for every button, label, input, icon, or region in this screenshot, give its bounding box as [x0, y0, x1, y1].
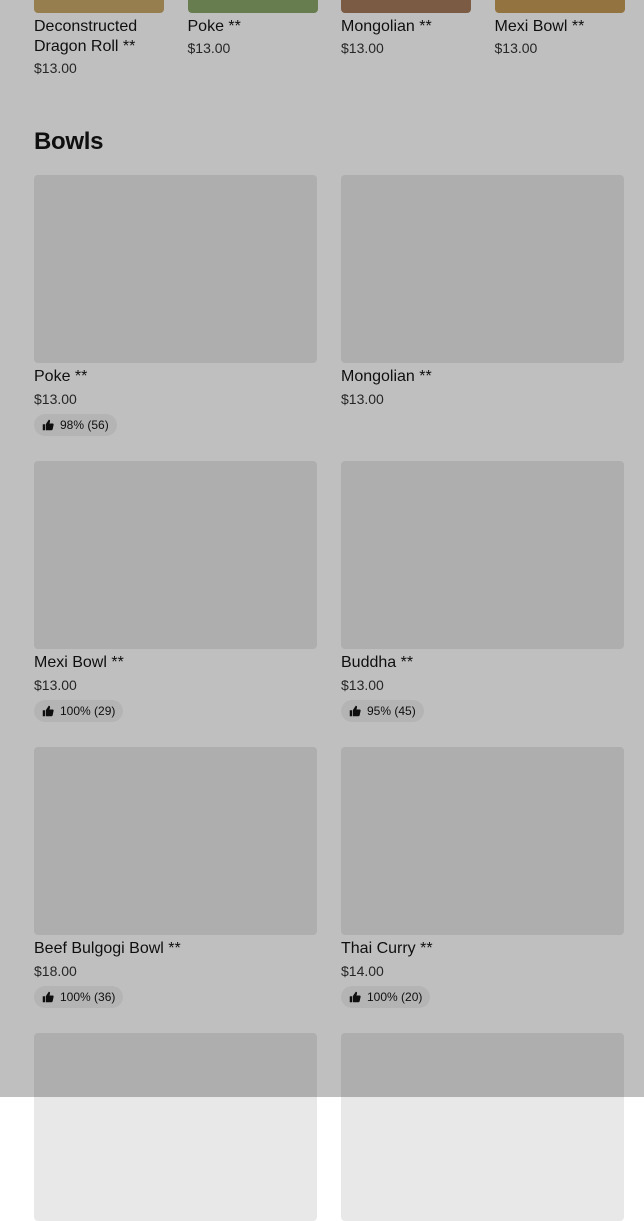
menu-item-price: $14.00: [341, 963, 384, 979]
thumbs-up-icon: [349, 705, 361, 717]
menu-item-card[interactable]: Mongolian ** $13.00: [341, 175, 624, 408]
rating-text: 100% (20): [367, 990, 423, 1004]
carousel-item-image: [341, 0, 471, 13]
carousel-item-image: [494, 0, 625, 13]
menu-item-image: [341, 1033, 624, 1221]
menu-item-image: [341, 747, 624, 935]
carousel-item[interactable]: Poke ** $13.00: [187, 0, 318, 57]
section-title: Bowls: [34, 128, 104, 155]
menu-item-card[interactable]: Mexi Bowl ** $13.00 100% (29): [34, 461, 317, 722]
menu-item-name: Mexi Bowl **: [34, 654, 124, 671]
carousel-item[interactable]: Deconstructed Dragon Roll ** $13.00: [34, 0, 164, 77]
carousel-item[interactable]: Mexi Bowl ** $13.00: [494, 0, 625, 57]
rating-text: 100% (36): [60, 990, 116, 1004]
carousel-item-image: [34, 0, 164, 13]
rating-badge: 98% (56): [34, 414, 117, 436]
menu-item-card[interactable]: Poke ** $13.00 98% (56): [34, 175, 317, 436]
menu-item-image: [34, 747, 317, 935]
carousel-item-price: $13.00: [187, 40, 231, 56]
carousel-item-price: $13.00: [34, 60, 77, 76]
menu-page: Deconstructed Dragon Roll ** $13.00 Poke *…: [0, 0, 644, 1221]
carousel-item-name: Mexi Bowl **: [494, 18, 585, 35]
carousel-item[interactable]: Mongolian ** $13.00: [341, 0, 471, 57]
thumbs-up-icon: [42, 705, 54, 717]
menu-item-price: $13.00: [341, 677, 384, 693]
menu-item-card[interactable]: Beef Bulgogi Bowl ** $18.00 100% (36): [34, 747, 317, 1008]
menu-item-price: $13.00: [341, 391, 384, 407]
carousel-item-image: [187, 0, 318, 13]
menu-item-card[interactable]: Buddha ** $13.00 95% (45): [341, 461, 624, 722]
menu-item-name: Thai Curry **: [341, 940, 433, 957]
thumbs-up-icon: [42, 419, 54, 431]
menu-item-card[interactable]: [34, 1033, 317, 1221]
rating-badge: 100% (20): [341, 986, 431, 1008]
carousel-item-name: Deconstructed Dragon Roll **: [34, 18, 138, 55]
menu-item-card[interactable]: [341, 1033, 624, 1221]
menu-item-name: Beef Bulgogi Bowl **: [34, 940, 181, 957]
rating-text: 95% (45): [367, 704, 416, 718]
carousel-item-name: Poke **: [187, 18, 241, 35]
menu-item-image: [34, 175, 317, 363]
rating-badge: 100% (36): [34, 986, 124, 1008]
rating-badge: 95% (45): [341, 700, 424, 722]
menu-item-image: [34, 1033, 317, 1221]
carousel-item-price: $13.00: [494, 40, 538, 56]
carousel-item-price: $13.00: [341, 40, 384, 56]
menu-item-name: Buddha **: [341, 654, 414, 671]
menu-item-price: $13.00: [34, 677, 77, 693]
menu-item-price: $18.00: [34, 963, 77, 979]
thumbs-up-icon: [349, 991, 361, 1003]
featured-carousel: Deconstructed Dragon Roll ** $13.00 Poke *…: [34, 0, 644, 90]
rating-text: 100% (29): [60, 704, 116, 718]
rating-text: 98% (56): [60, 418, 109, 432]
rating-badge: 100% (29): [34, 700, 124, 722]
carousel-item-name: Mongolian **: [341, 18, 432, 35]
thumbs-up-icon: [42, 991, 54, 1003]
menu-item-image: [341, 461, 624, 649]
menu-item-price: $13.00: [34, 391, 77, 407]
menu-item-image: [341, 175, 624, 363]
menu-item-card[interactable]: Thai Curry ** $14.00 100% (20): [341, 747, 624, 1008]
menu-item-image: [34, 461, 317, 649]
menu-item-name: Mongolian **: [341, 368, 432, 385]
menu-item-name: Poke **: [34, 368, 88, 385]
